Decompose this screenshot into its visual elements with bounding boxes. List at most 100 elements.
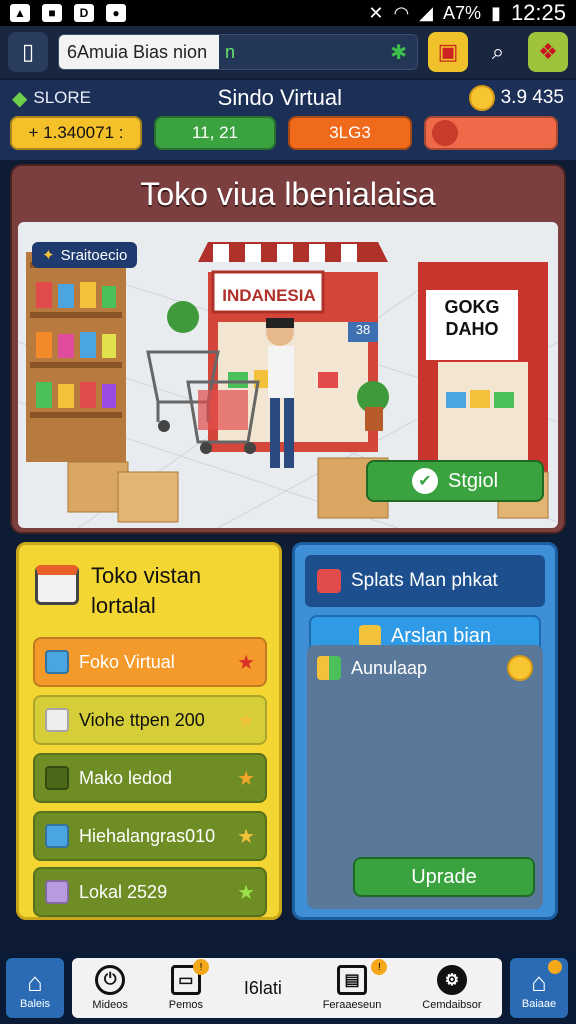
nav-item-cemdaibsor[interactable]: ⚙ Cemdaibsor — [422, 965, 482, 1011]
store-scene[interactable]: INDANESIA 38 GOKG DAHO ✦ Sraitoecio ✔ St… — [18, 222, 558, 528]
battery-icon: ▮ — [491, 2, 501, 23]
upgrade-button[interactable]: Uprade — [353, 857, 535, 897]
shopper-icon — [266, 318, 294, 468]
gift-button[interactable]: ❖ — [528, 32, 568, 72]
cash-icon: ◆ — [12, 87, 28, 110]
power-icon: ⏻ — [95, 965, 126, 995]
notification-badge: ! — [192, 959, 209, 975]
app-icon: ■ — [42, 4, 62, 22]
notification-badge — [548, 960, 562, 974]
list-item[interactable]: Hiehalangras010 ★ — [33, 811, 267, 861]
list-item-label: Foko Virtual — [79, 651, 175, 672]
game-title: Sindo Virtual — [217, 85, 342, 110]
coin-counter: 3.9 435 — [468, 85, 564, 111]
menu-button[interactable]: ▯ — [8, 32, 48, 72]
nav-item-pemos[interactable]: ▭ ! Pemos — [168, 959, 209, 1011]
shop-sign: INDANESIA — [222, 286, 316, 305]
left-shelf-icon — [26, 252, 126, 462]
star-icon: ★ — [237, 881, 255, 904]
nav-label: Pemos — [168, 999, 203, 1011]
list-item[interactable]: Viohe ttpen 200 ★ — [33, 695, 267, 745]
resource-pill-3[interactable]: 3LG3 — [288, 116, 412, 150]
settings-icon: ⚙ — [436, 965, 467, 995]
search-icon: ⌕ — [491, 39, 505, 64]
start-label: Stgiol — [447, 469, 499, 492]
chat-icon: ● — [106, 4, 126, 22]
cash-register-icon: ▤ — [337, 965, 368, 995]
cube-icon — [317, 569, 341, 593]
nav-label: Feraaeseun — [322, 999, 382, 1011]
star-icon: ★ — [237, 825, 255, 848]
address-bar[interactable]: 6Amuia Bias nion n ✱ — [58, 34, 418, 70]
nav-item-videos[interactable]: ⏻ Mideos — [92, 965, 128, 1011]
store-label[interactable]: ◆ SLORE — [12, 86, 91, 111]
shop-list-panel: Toko vistan lortalal Foko Virtual ★ Vioh… — [16, 542, 282, 920]
search-button[interactable]: ⌕ — [478, 32, 518, 72]
hud: ◆ SLORE Sindo Virtual 3.9 435 + 1.340071… — [0, 80, 576, 160]
box-icon — [45, 708, 69, 732]
notification-badge: ! — [371, 959, 388, 975]
box-icon — [45, 650, 69, 674]
box-icon — [45, 766, 69, 790]
list-item-label: Lokal 2529 — [79, 881, 168, 902]
nav-home-right-label: Baiaae — [521, 997, 557, 1010]
toggle-knob-icon — [432, 120, 458, 146]
resource-pill-4[interactable] — [424, 116, 558, 150]
signal-icon: ◢ — [419, 2, 433, 23]
shop-bag-button[interactable]: ▣ — [428, 32, 468, 72]
coin-icon — [468, 85, 495, 111]
phone-icon: ▯ — [21, 39, 35, 64]
scene-tag-text: Sraitoecio — [60, 246, 128, 264]
nav-label: Mideos — [92, 999, 128, 1011]
wifi-icon: ◠ — [393, 2, 410, 23]
resource-pill-1[interactable]: + 1.340071 : — [10, 116, 142, 150]
mute-icon: ✕ — [368, 2, 384, 23]
right-shop-icon — [418, 262, 548, 482]
list-item[interactable]: Lokal 2529 ★ — [33, 867, 267, 917]
list-item[interactable]: Foko Virtual ★ — [33, 637, 267, 687]
battery-percent: A7% — [443, 2, 482, 23]
plant-icon — [167, 301, 199, 333]
star-icon: ★ — [237, 651, 255, 674]
upgrade-list: Aunulaap Uprade — [307, 645, 543, 909]
scene-tag[interactable]: ✦ Sraitoecio — [32, 242, 138, 268]
nav-label: Cemdaibsor — [422, 999, 482, 1011]
coin-icon — [507, 655, 533, 681]
main-panel: Toko viua lbenialaisa INDANESIA 38 GOKG … — [10, 164, 566, 534]
list-item[interactable]: Mako ledod ★ — [33, 753, 267, 803]
box-icon — [45, 824, 69, 848]
list-item-label: Mako ledod — [79, 767, 173, 788]
bag-icon: ▣ — [437, 39, 459, 64]
upgrade-panel: Splats Man phkat Arslan bian Aunulaap Up… — [292, 542, 558, 920]
upgrade-title: Splats Man phkat — [351, 570, 498, 591]
nav-items: ⏻ Mideos ▭ ! Pemos I6lati ▤ ! Feraaeseun… — [72, 958, 502, 1018]
start-button[interactable]: ✔ Stgiol — [366, 460, 544, 502]
address-suffix: n — [225, 41, 236, 62]
notification-icon: ▲ — [10, 4, 30, 22]
download-icon: D — [74, 4, 94, 22]
nav-home-left[interactable]: ⌂ Baleis — [6, 958, 64, 1018]
clover-icon[interactable]: ✱ — [380, 40, 417, 65]
star-icon: ★ — [237, 767, 255, 790]
address-text: 6Amuia Bias nion — [59, 35, 219, 69]
list-item-label: Viohe ttpen 200 — [79, 709, 205, 730]
home-icon: ⌂ — [531, 966, 547, 997]
store-text: SLORE — [33, 88, 92, 107]
nav-home-left-label: Baleis — [20, 997, 50, 1010]
top-bar: ▯ 6Amuia Bias nion n ✱ ▣ ⌕ ❖ — [0, 26, 576, 78]
sparkle-icon: ✦ — [42, 247, 55, 264]
nav-home-right[interactable]: ⌂ Baiaae — [510, 958, 568, 1018]
nav-item-center[interactable]: I6lati — [244, 978, 282, 999]
home-icon: ⌂ — [27, 966, 43, 997]
main-title: Toko viua lbenialaisa — [140, 175, 436, 212]
resource-pill-2[interactable]: 11, 21 — [154, 116, 276, 150]
nav-center-label: I6lati — [243, 977, 282, 998]
status-bar: ▲ ■ D ● ✕ ◠ ◢ A7% ▮ 12:25 — [0, 0, 576, 26]
gold-box-icon — [358, 625, 381, 647]
list-item-label: Hiehalangras010 — [79, 825, 216, 846]
multicolor-cube-icon — [317, 656, 341, 680]
coin-value: 3.9 435 — [500, 87, 564, 108]
upgrade-item[interactable]: Aunulaap — [307, 645, 543, 691]
box-icon — [45, 880, 69, 904]
nav-item-feraaeseun[interactable]: ▤ ! Feraaeseun — [322, 959, 388, 1011]
